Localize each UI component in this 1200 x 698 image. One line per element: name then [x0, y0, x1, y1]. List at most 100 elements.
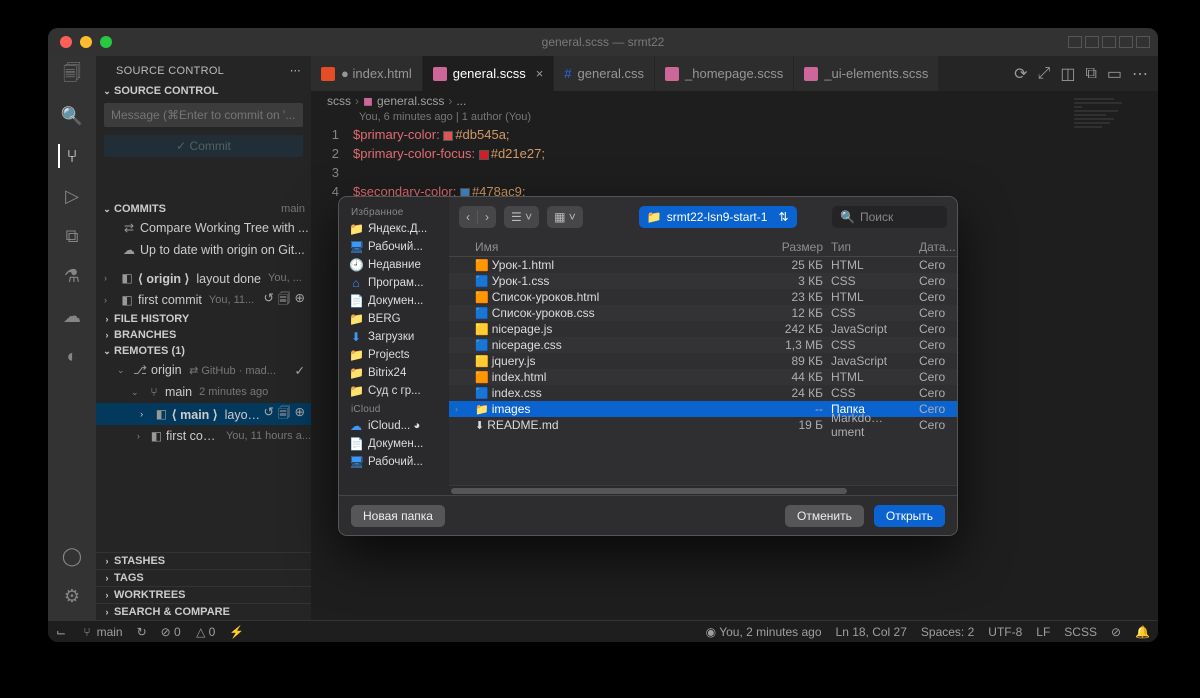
dialog-sidebar-item[interactable]: 📁Projects: [343, 346, 445, 364]
dialog-sidebar-item[interactable]: 🖥Рабочий...: [343, 238, 445, 256]
dialog-sidebar-item[interactable]: ☁iCloud... ◕: [343, 417, 445, 435]
dialog-sidebar-item[interactable]: 📁Bitrix24: [343, 364, 445, 382]
remote-commit-row[interactable]: ›◧⟨ main ⟩ layout...↺🗐⊕: [96, 403, 311, 425]
dialog-sidebar-item[interactable]: ⌂Програм...: [343, 274, 445, 292]
section-commits[interactable]: ⌄COMMITSmain: [96, 201, 311, 217]
sidebar-more-icon[interactable]: ⋯: [290, 64, 301, 77]
cursor-position[interactable]: Ln 18, Col 27: [836, 625, 907, 639]
remote-origin[interactable]: ⌄⎇origin ⇄ GitHub · mad...✓: [96, 359, 311, 381]
file-row[interactable]: 🟦index.css24 КБCSSСего: [449, 385, 957, 401]
breadcrumb[interactable]: scss› ◼general.scss› ...: [311, 91, 1158, 111]
remote-branch[interactable]: ⌄⑂main2 minutes ago: [96, 381, 311, 403]
file-row[interactable]: 🟦Список-уроков.css12 КБCSSСего: [449, 305, 957, 321]
language-indicator[interactable]: SCSS: [1064, 625, 1097, 639]
section-file-history[interactable]: ›FILE HISTORY: [96, 311, 311, 327]
search-icon: 🔍: [840, 210, 855, 224]
section-search-compare[interactable]: ›SEARCH & COMPARE: [96, 603, 311, 620]
settings-gear-icon[interactable]: ⚙: [60, 584, 84, 608]
codelens[interactable]: You, 6 minutes ago | 1 author (You): [311, 111, 1158, 125]
uptodate-row[interactable]: ☁Up to date with origin on Git...: [96, 239, 311, 261]
tab-general-css[interactable]: #general.css: [554, 56, 655, 91]
search-icon[interactable]: 🔍: [60, 104, 84, 128]
dialog-sidebar-item[interactable]: 📄Докумен...: [343, 435, 445, 453]
file-row[interactable]: ⬇README.md19 БMarkdo…umentСего: [449, 417, 957, 433]
dialog-main: ‹› ☰ ˅ ▦ ˅ 📁srmt22-lsn9-start-1⇅ 🔍Поиск …: [449, 197, 957, 495]
source-control-icon[interactable]: ⑂: [58, 144, 84, 168]
view-list[interactable]: ☰ ˅: [504, 206, 539, 228]
extensions-icon[interactable]: ⧉: [60, 224, 84, 248]
favorites-label: Избранное: [343, 203, 445, 220]
search-field[interactable]: 🔍Поиск: [832, 206, 947, 228]
code-editor[interactable]: 1$primary-color: #db545a; 2$primary-colo…: [311, 125, 1158, 201]
sidebar-title: SOURCE CONTROL⋯: [96, 56, 311, 83]
file-row[interactable]: 🟧Список-уроков.html23 КБHTMLСего: [449, 289, 957, 305]
section-branches[interactable]: ›BRANCHES: [96, 327, 311, 343]
file-row[interactable]: 🟦Урок-1.css3 КБCSSСего: [449, 273, 957, 289]
commit-row[interactable]: ›◧first commitYou, 11...↺🗐⊕: [96, 289, 311, 311]
tab-ui-elements-scss[interactable]: _ui-elements.scss: [794, 56, 939, 91]
file-row[interactable]: 🟨jquery.js89 КБJavaScriptСего: [449, 353, 957, 369]
horizontal-scrollbar[interactable]: [449, 485, 957, 495]
dialog-sidebar-item[interactable]: 🖥Рабочий...: [343, 453, 445, 471]
section-stashes[interactable]: ›STASHES: [96, 552, 311, 569]
file-row[interactable]: 🟨nicepage.js242 КБJavaScriptСего: [449, 321, 957, 337]
remote-commit-row[interactable]: ›◧first commitYou, 11 hours a...: [96, 425, 311, 447]
path-dropdown[interactable]: 📁srmt22-lsn9-start-1⇅: [639, 206, 797, 228]
compare-row[interactable]: ⇄Compare Working Tree with ...: [96, 217, 311, 239]
remote-icon[interactable]: ☁: [60, 304, 84, 328]
dialog-sidebar-item[interactable]: 📁Суд с гр...: [343, 382, 445, 400]
chevron-up-down-icon: ⇅: [778, 210, 788, 224]
tab-index-html[interactable]: ● index.html: [311, 56, 423, 91]
commit-message-input[interactable]: [104, 103, 303, 127]
new-folder-button[interactable]: Новая папка: [351, 505, 445, 527]
close-icon[interactable]: ×: [536, 66, 544, 81]
branch-indicator[interactable]: ⑂ main: [83, 625, 122, 639]
minimize-window[interactable]: [80, 36, 92, 48]
tab-general-scss[interactable]: general.scss×: [423, 56, 555, 91]
cancel-button[interactable]: Отменить: [785, 505, 864, 527]
section-source-control[interactable]: ⌄SOURCE CONTROL: [96, 83, 311, 99]
zoom-window[interactable]: [100, 36, 112, 48]
indent-indicator[interactable]: Spaces: 2: [921, 625, 974, 639]
prettier-indicator[interactable]: ⊘: [1111, 625, 1121, 639]
dialog-footer: Новая папка Отменить Открыть: [339, 495, 957, 535]
minimap[interactable]: [1074, 98, 1154, 158]
remote-indicator[interactable]: ⌙: [56, 625, 69, 639]
eol-indicator[interactable]: LF: [1036, 625, 1050, 639]
file-row[interactable]: 🟧Урок-1.html25 КБHTMLСего: [449, 257, 957, 273]
file-row[interactable]: 🟧index.html44 КБHTMLСего: [449, 369, 957, 385]
live-server-icon[interactable]: ⚡: [229, 625, 244, 639]
file-row[interactable]: 🟦nicepage.css1,3 МБCSSСего: [449, 337, 957, 353]
section-remotes[interactable]: ⌄REMOTES (1): [96, 343, 311, 359]
dialog-sidebar-item[interactable]: 📁BERG: [343, 310, 445, 328]
dialog-sidebar-item[interactable]: ⬇Загрузки: [343, 328, 445, 346]
accounts-icon[interactable]: ◯: [60, 544, 84, 568]
section-tags[interactable]: ›TAGS: [96, 569, 311, 586]
explorer-icon[interactable]: 🗐: [60, 64, 84, 88]
traffic-lights: [48, 36, 112, 48]
dialog-sidebar-item[interactable]: 🕘Недавние: [343, 256, 445, 274]
dialog-sidebar-item[interactable]: 📄Докумен...: [343, 292, 445, 310]
section-worktrees[interactable]: ›WORKTREES: [96, 586, 311, 603]
commit-row[interactable]: ›◧⟨ origin ⟩ layout doneYou, ...: [96, 267, 311, 289]
view-grid[interactable]: ▦ ˅: [547, 206, 583, 228]
remotes-tree: ⌄⎇origin ⇄ GitHub · mad...✓ ⌄⑂main2 minu…: [96, 359, 311, 447]
tab-homepage-scss[interactable]: _homepage.scss: [655, 56, 794, 91]
testing-icon[interactable]: ⚗: [60, 264, 84, 288]
open-button[interactable]: Открыть: [874, 505, 945, 527]
window-title: general.scss — srmt22: [542, 35, 665, 49]
nav-back-forward[interactable]: ‹›: [459, 206, 496, 228]
close-window[interactable]: [60, 36, 72, 48]
layout-controls[interactable]: [1068, 36, 1150, 48]
gitlens-blame[interactable]: ◉ You, 2 minutes ago: [706, 625, 822, 639]
notifications-icon[interactable]: 🔔: [1135, 625, 1150, 639]
gitlens-icon[interactable]: ◐: [60, 344, 84, 368]
commit-button[interactable]: ✓ Commit: [104, 135, 303, 157]
encoding-indicator[interactable]: UTF-8: [988, 625, 1022, 639]
problems-indicator[interactable]: ⊘ 0 △ 0: [161, 625, 216, 639]
dialog-sidebar-item[interactable]: 📁Яндекс.Д...: [343, 220, 445, 238]
tab-actions[interactable]: ⟳⤢◫⧉▭⋯: [1014, 56, 1158, 91]
run-debug-icon[interactable]: ▷: [60, 184, 84, 208]
file-list-header[interactable]: Имя Размер Тип Дата...: [449, 237, 957, 257]
sync-icon[interactable]: ↻: [137, 625, 147, 639]
